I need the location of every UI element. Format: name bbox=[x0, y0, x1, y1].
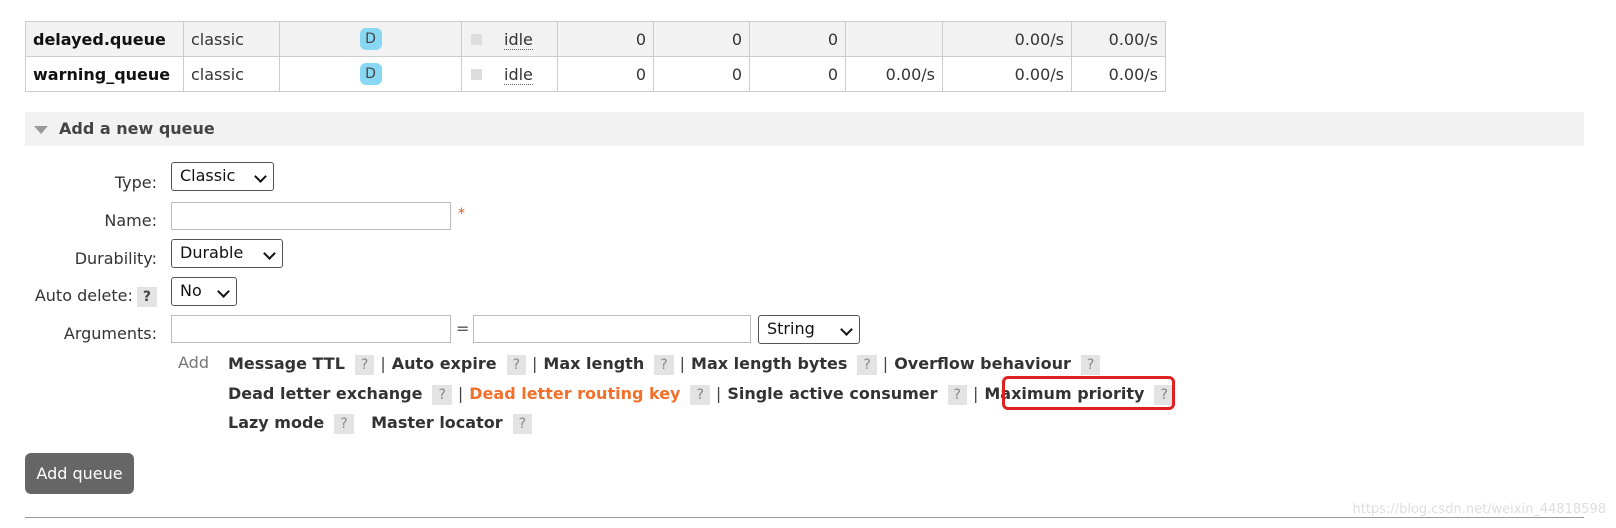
queue-name-link[interactable]: warning_queue bbox=[25, 56, 184, 92]
add-argument-label: Add bbox=[178, 353, 209, 372]
durable-badge: D bbox=[359, 28, 382, 50]
auto-delete-label: Auto delete:? bbox=[35, 286, 157, 307]
separator: | bbox=[882, 354, 889, 373]
help-icon[interactable]: ? bbox=[334, 414, 354, 434]
queue-ready: 0 bbox=[557, 56, 654, 92]
lazy-mode-link[interactable]: Lazy mode bbox=[228, 413, 324, 432]
arguments-label: Arguments: bbox=[63, 324, 157, 343]
state-indicator-icon bbox=[471, 69, 482, 80]
argument-value-input[interactable] bbox=[473, 315, 751, 343]
add-queue-button[interactable]: Add queue bbox=[25, 453, 134, 494]
chevron-down-icon bbox=[840, 323, 853, 336]
help-icon[interactable]: ? bbox=[1080, 355, 1101, 375]
help-icon[interactable]: ? bbox=[690, 385, 710, 405]
maximum-priority-highlight bbox=[1002, 376, 1175, 410]
help-icon[interactable]: ? bbox=[432, 385, 452, 405]
name-input[interactable] bbox=[171, 202, 451, 230]
name-label: Name: bbox=[104, 211, 157, 230]
max-length-bytes-link[interactable]: Max length bytes bbox=[691, 354, 847, 373]
queue-incoming-rate: 0.00/s bbox=[845, 56, 943, 92]
queues-table: delayed.queue classic D idle 0 0 0 0.00/… bbox=[25, 21, 1166, 92]
queue-features: D bbox=[279, 21, 462, 57]
help-icon[interactable]: ? bbox=[512, 414, 533, 434]
help-icon[interactable]: ? bbox=[947, 385, 967, 405]
separator: | bbox=[457, 384, 464, 403]
chevron-down-icon bbox=[217, 285, 230, 298]
add-queue-section-toggle[interactable]: Add a new queue bbox=[25, 112, 1584, 146]
queue-type: classic bbox=[183, 56, 280, 92]
state-text: idle bbox=[504, 30, 533, 50]
queue-name-link[interactable]: delayed.queue bbox=[25, 21, 184, 57]
separator: | bbox=[532, 354, 538, 373]
table-row: warning_queue classic D idle 0 0 0 0.00/… bbox=[25, 56, 1166, 92]
queue-unacked: 0 bbox=[653, 21, 750, 57]
triangle-down-icon bbox=[34, 126, 48, 134]
single-active-consumer-link[interactable]: Single active consumer bbox=[727, 384, 937, 403]
separator: | bbox=[972, 384, 979, 403]
separator: | bbox=[715, 384, 722, 403]
queue-unacked: 0 bbox=[653, 56, 750, 92]
chevron-down-icon bbox=[263, 247, 276, 260]
queue-ready: 0 bbox=[557, 21, 654, 57]
argument-shortcuts-row-1: Message TTL? | Auto expire? | Max length? | Ma… bbox=[228, 354, 1101, 375]
chevron-down-icon bbox=[254, 170, 267, 183]
help-icon[interactable]: ? bbox=[354, 355, 375, 375]
queue-state: idle bbox=[461, 21, 558, 57]
separator: | bbox=[679, 354, 686, 373]
type-select-value: Classic bbox=[180, 166, 236, 185]
durability-label: Durability: bbox=[74, 249, 157, 268]
separator: | bbox=[380, 354, 386, 373]
state-text: idle bbox=[504, 65, 533, 85]
queue-ack-rate: 0.00/s bbox=[1071, 21, 1166, 57]
section-title: Add a new queue bbox=[59, 119, 215, 138]
watermark: https://blog.csdn.net/weixin_44818598 bbox=[1352, 502, 1606, 517]
argument-shortcuts-row-3: Lazy mode?|Master locator? bbox=[228, 413, 533, 434]
auto-delete-select-value: No bbox=[180, 281, 202, 300]
queue-deliver-rate: 0.00/s bbox=[942, 56, 1072, 92]
argument-type-select-value: String bbox=[767, 319, 815, 338]
queue-incoming-rate bbox=[845, 21, 943, 57]
queue-deliver-rate: 0.00/s bbox=[942, 21, 1072, 57]
max-length-link[interactable]: Max length bbox=[543, 354, 644, 373]
queue-state: idle bbox=[461, 56, 558, 92]
dead-letter-routing-key-link[interactable]: Dead letter routing key bbox=[469, 384, 680, 403]
table-row: delayed.queue classic D idle 0 0 0 0.00/… bbox=[25, 21, 1166, 57]
help-icon[interactable]: ? bbox=[857, 355, 877, 375]
queue-total: 0 bbox=[749, 21, 846, 57]
type-select[interactable]: Classic bbox=[171, 162, 274, 191]
master-locator-link[interactable]: Master locator bbox=[371, 413, 503, 432]
required-marker: * bbox=[458, 206, 465, 222]
durability-select-value: Durable bbox=[180, 243, 244, 262]
auto-delete-select[interactable]: No bbox=[171, 277, 237, 306]
argument-type-select[interactable]: String bbox=[758, 315, 860, 344]
divider bbox=[25, 517, 1584, 518]
message-ttl-link[interactable]: Message TTL bbox=[228, 354, 345, 373]
help-icon[interactable]: ? bbox=[654, 355, 674, 375]
queue-ack-rate: 0.00/s bbox=[1071, 56, 1166, 92]
help-icon[interactable]: ? bbox=[506, 355, 526, 375]
queue-features: D bbox=[279, 56, 462, 92]
equals-sign: = bbox=[456, 319, 470, 338]
overflow-behaviour-link[interactable]: Overflow behaviour bbox=[894, 354, 1071, 373]
help-icon[interactable]: ? bbox=[136, 287, 157, 307]
auto-delete-label-text: Auto delete: bbox=[34, 286, 133, 305]
argument-key-input[interactable] bbox=[171, 315, 451, 343]
queue-type: classic bbox=[183, 21, 280, 57]
type-label: Type: bbox=[114, 173, 157, 192]
dead-letter-exchange-link[interactable]: Dead letter exchange bbox=[228, 384, 422, 403]
durability-select[interactable]: Durable bbox=[171, 239, 283, 268]
auto-expire-link[interactable]: Auto expire bbox=[392, 354, 497, 373]
state-indicator-icon bbox=[471, 34, 482, 45]
durable-badge: D bbox=[359, 63, 382, 85]
queue-total: 0 bbox=[749, 56, 846, 92]
